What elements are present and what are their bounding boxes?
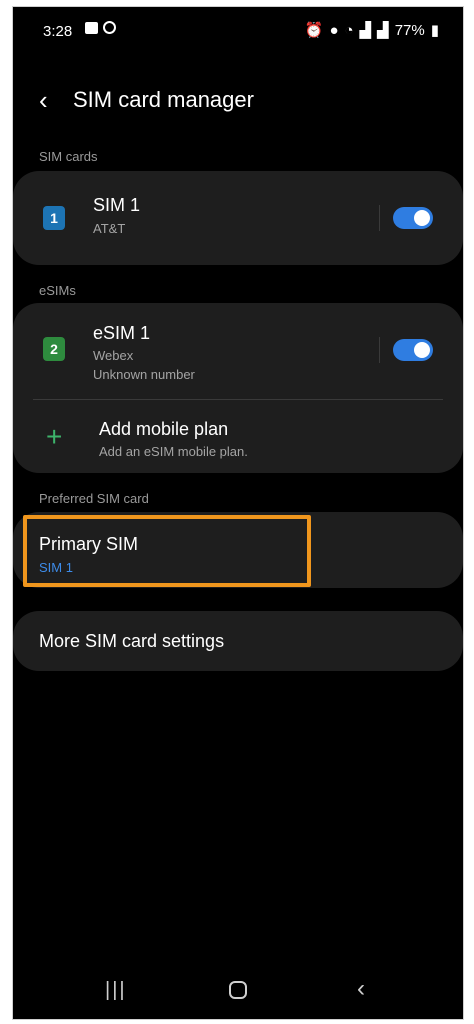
section-label-preferred: Preferred SIM card: [39, 491, 149, 506]
sim-carrier: AT&T: [93, 221, 126, 236]
alarm-icon: ⏰: [304, 22, 324, 39]
plus-icon: +: [46, 421, 63, 452]
home-icon[interactable]: [229, 981, 247, 999]
add-plan-description: Add an eSIM mobile plan.: [99, 444, 248, 459]
sim-card-item[interactable]: 1 SIM 1 AT&T: [13, 171, 463, 265]
system-icons: ⏰ ● ◔ ▟ ▟ 77% ▮: [304, 21, 439, 40]
esim-name: eSIM 1: [93, 323, 151, 343]
status-bar: 3:28 ⏰ ● ◔ ▟ ▟ 77% ▮: [13, 7, 463, 55]
esim-icon: 2: [43, 337, 65, 361]
divider: [379, 205, 380, 231]
section-label-esims: eSIMs: [39, 283, 76, 298]
battery-icon: ▮: [430, 22, 439, 39]
add-mobile-plan-item[interactable]: + Add mobile plan Add an eSIM mobile pla…: [13, 401, 463, 473]
esim-number: Unknown number: [93, 367, 195, 382]
toggle-knob: [414, 210, 430, 226]
add-plan-label: Add mobile plan: [99, 419, 229, 439]
divider: [379, 337, 380, 363]
sim-card-icon: 1: [43, 206, 65, 230]
message-icon: [85, 21, 98, 34]
sim-name: SIM 1: [93, 195, 141, 215]
more-sim-settings-label: More SIM card settings: [39, 631, 225, 651]
wifi-icon: ◔: [344, 21, 354, 39]
esim-carrier: Webex: [93, 348, 134, 363]
esims-card: 2 eSIM 1 Webex Unknown number + Add mobi…: [13, 303, 463, 473]
esim-item[interactable]: 2 eSIM 1 Webex Unknown number: [13, 303, 463, 389]
signal-icon: ▟: [359, 22, 372, 39]
status-time: 3:28: [43, 23, 73, 40]
page-title: SIM card manager: [73, 87, 254, 112]
toggle-knob: [414, 342, 430, 358]
location-icon: ●: [329, 21, 339, 39]
sim1-toggle[interactable]: [393, 207, 433, 229]
highlight-box: [23, 515, 311, 587]
recents-icon[interactable]: |||: [105, 979, 127, 1002]
section-label-sim-cards: SIM cards: [39, 149, 98, 164]
signal-icon: ▟: [377, 22, 389, 39]
navigation-bar: ||| ‹: [13, 973, 463, 1013]
more-sim-settings-item[interactable]: More SIM card settings: [13, 611, 463, 671]
notification-icons: [85, 21, 116, 34]
divider: [33, 399, 443, 400]
esim1-toggle[interactable]: [393, 339, 433, 361]
app-bar: ‹ SIM card manager: [13, 79, 463, 129]
phone-screen: 3:28 ⏰ ● ◔ ▟ ▟ 77% ▮ ‹ SIM card manager …: [12, 6, 464, 1020]
whatsapp-icon: [103, 21, 116, 34]
back-icon[interactable]: ‹: [357, 975, 365, 1003]
back-arrow-icon[interactable]: ‹: [39, 85, 48, 115]
battery-percent: 77%: [394, 21, 425, 39]
